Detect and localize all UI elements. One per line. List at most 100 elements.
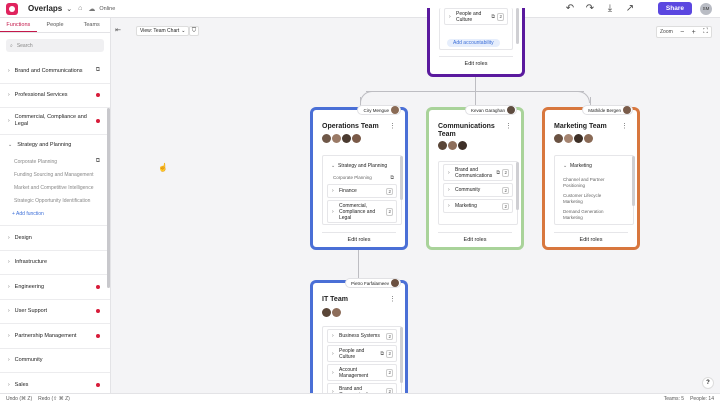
edit-roles-button[interactable]: Edit roles — [438, 232, 512, 246]
avatar[interactable] — [332, 308, 341, 317]
team-lead-badge[interactable]: Pietro Farfalameev — [344, 278, 401, 288]
sidebar-item-design[interactable]: › Design — [0, 226, 110, 251]
search-placeholder: Search — [16, 42, 33, 49]
avatar[interactable] — [322, 308, 331, 317]
sidebar-item-sales[interactable]: › Sales — [0, 373, 110, 393]
avatar[interactable] — [564, 134, 573, 143]
sidebar-item-engineering[interactable]: › Engineering — [0, 275, 110, 300]
team-lead-badge[interactable]: Mathilde Bergen — [582, 105, 633, 115]
view-select[interactable]: View: Team Chart ⌄ — [136, 26, 190, 36]
subfunction-row[interactable]: Demand Generation Marketing — [563, 209, 615, 221]
team-scrollbar[interactable] — [400, 327, 403, 383]
team-card-operations[interactable]: Ciry Mengue Operations Team ⋮ ⌄ Strategy… — [310, 105, 408, 250]
function-row[interactable]: › Commercial, Compliance and Legal 2 — [327, 200, 397, 223]
team-scrollbar[interactable] — [516, 8, 519, 44]
team-card-marketing[interactable]: Mathilde Bergen Marketing Team ⋮ ⌄ Marke… — [542, 105, 640, 250]
redo-icon[interactable]: ↷ — [584, 3, 596, 15]
subfunction-row[interactable]: Customer Lifecycle Marketing — [563, 193, 615, 205]
team-card-top[interactable]: › People and Culture ⧉ 2 Add accountabil… — [427, 8, 525, 77]
avatar[interactable] — [332, 134, 341, 143]
add-function-link[interactable]: + Add function — [0, 207, 110, 221]
function-row[interactable]: › People and Culture ⧉ 2 — [327, 345, 397, 362]
edit-roles-button[interactable]: Edit roles — [322, 232, 396, 246]
avatar[interactable] — [352, 134, 361, 143]
help-button[interactable]: ? — [702, 377, 714, 389]
avatar[interactable] — [574, 134, 583, 143]
tab-functions[interactable]: Functions — [0, 18, 37, 32]
user-avatar[interactable]: SM — [700, 2, 712, 15]
function-row[interactable]: ⌄ Strategy and Planning — [327, 159, 397, 173]
function-row[interactable]: › Account Management 2 — [327, 364, 397, 381]
more-icon[interactable]: ⋮ — [621, 122, 628, 130]
avatar[interactable] — [342, 134, 351, 143]
role-count: 2 — [386, 368, 393, 377]
team-lead-badge[interactable]: Kevan Garaghan — [464, 105, 517, 115]
function-label: Strategy and Planning — [338, 163, 388, 169]
download-icon[interactable]: ⤓ — [604, 3, 616, 15]
team-name[interactable]: IT Team — [322, 296, 348, 304]
redo-button[interactable]: Redo (⇧ ⌘ Z) — [38, 396, 70, 402]
trend-icon[interactable]: ↗ — [624, 3, 636, 15]
sidebar-item-partnership[interactable]: › Partnership Management — [0, 324, 110, 349]
function-funding[interactable]: Funding Sourcing and Management — [0, 168, 110, 181]
team-name[interactable]: Marketing Team — [554, 123, 607, 131]
sidebar-item-community[interactable]: › Community — [0, 349, 110, 373]
share-button[interactable]: Share — [657, 2, 692, 15]
more-icon[interactable]: ⋮ — [389, 295, 396, 303]
function-row[interactable]: › Brand and Communications ⧉ 2 — [443, 164, 513, 181]
tab-people[interactable]: People — [37, 18, 74, 32]
function-row[interactable]: › People and Culture ⧉ 2 — [444, 8, 508, 25]
team-scrollbar[interactable] — [516, 162, 519, 210]
sidebar-scrollbar[interactable] — [107, 108, 110, 288]
zoom-in-icon[interactable]: + — [692, 29, 696, 36]
app-logo[interactable] — [6, 2, 18, 15]
workspace-title[interactable]: Overlaps — [28, 4, 62, 13]
search-input[interactable]: ⌕ Search — [6, 39, 104, 52]
undo-icon[interactable]: ↶ — [564, 3, 576, 15]
team-scrollbar[interactable] — [400, 156, 403, 200]
function-corporate-planning[interactable]: Corporate Planning ⧉ — [0, 155, 110, 168]
filter-icon[interactable]: ⛉ — [189, 26, 199, 36]
edit-roles-button[interactable]: Edit roles — [554, 232, 628, 246]
team-card-communications[interactable]: Kevan Garaghan Communications Team ⋮ › B… — [426, 105, 524, 250]
avatar[interactable] — [458, 141, 467, 150]
sidebar-item-strategy-header[interactable]: ⌄ Strategy and Planning — [0, 135, 110, 155]
function-row[interactable]: › Finance 2 — [327, 184, 397, 198]
collapse-sidebar-icon[interactable]: ⇤ — [113, 26, 123, 36]
team-name[interactable]: Operations Team — [322, 123, 379, 131]
avatar[interactable] — [584, 134, 593, 143]
fit-screen-icon[interactable]: ⛶ — [703, 28, 708, 36]
avatar[interactable] — [322, 134, 331, 143]
subfunction-row[interactable]: Corporate Planning ⧉ — [333, 173, 397, 182]
avatar[interactable] — [448, 141, 457, 150]
add-accountability-button[interactable]: Add accountability — [447, 39, 500, 47]
sidebar-item-brand[interactable]: › Brand and Communications ⧉ — [0, 59, 110, 84]
sidebar-item-professional-services[interactable]: › Professional Services — [0, 84, 110, 108]
edit-roles-button[interactable]: Edit roles — [439, 56, 513, 70]
avatar[interactable] — [438, 141, 447, 150]
team-card-it[interactable]: Pietro Farfalameev IT Team ⋮ › Business … — [310, 278, 408, 402]
sidebar-item-infrastructure[interactable]: › Infrastructure — [0, 251, 110, 275]
sidebar-item-commercial[interactable]: › Commercial, Compliance and Legal — [0, 108, 110, 135]
team-lead-badge[interactable]: Ciry Mengue — [357, 105, 401, 115]
more-icon[interactable]: ⋮ — [505, 122, 512, 130]
undo-button[interactable]: Undo (⌘ Z) — [6, 396, 32, 402]
team-name[interactable]: Communications Team — [438, 123, 502, 139]
tab-teams[interactable]: Teams — [73, 18, 110, 32]
team-scrollbar[interactable] — [632, 156, 635, 206]
chevron-down-icon[interactable]: ⌄ — [66, 5, 72, 13]
function-row[interactable]: ⌄ Marketing — [559, 159, 629, 173]
function-row[interactable]: › Community 2 — [443, 183, 513, 197]
zoom-out-icon[interactable]: − — [680, 29, 684, 36]
function-row[interactable]: › Marketing 2 — [443, 199, 513, 213]
subfunction-row[interactable]: Channel and Partner Positioning — [563, 177, 615, 189]
more-icon[interactable]: ⋮ — [389, 122, 396, 130]
home-icon[interactable]: ⌂ — [78, 5, 82, 12]
function-strategic-opp[interactable]: Strategic Opportunity Identification — [0, 194, 110, 207]
sidebar-item-user-support[interactable]: › User Support — [0, 300, 110, 324]
function-label: Marketing — [455, 203, 477, 209]
function-row[interactable]: › Business Systems 2 — [327, 329, 397, 343]
function-market-intel[interactable]: Market and Competitive Intelligence — [0, 181, 110, 194]
sidebar-item-label: Sales — [14, 381, 29, 388]
avatar[interactable] — [554, 134, 563, 143]
